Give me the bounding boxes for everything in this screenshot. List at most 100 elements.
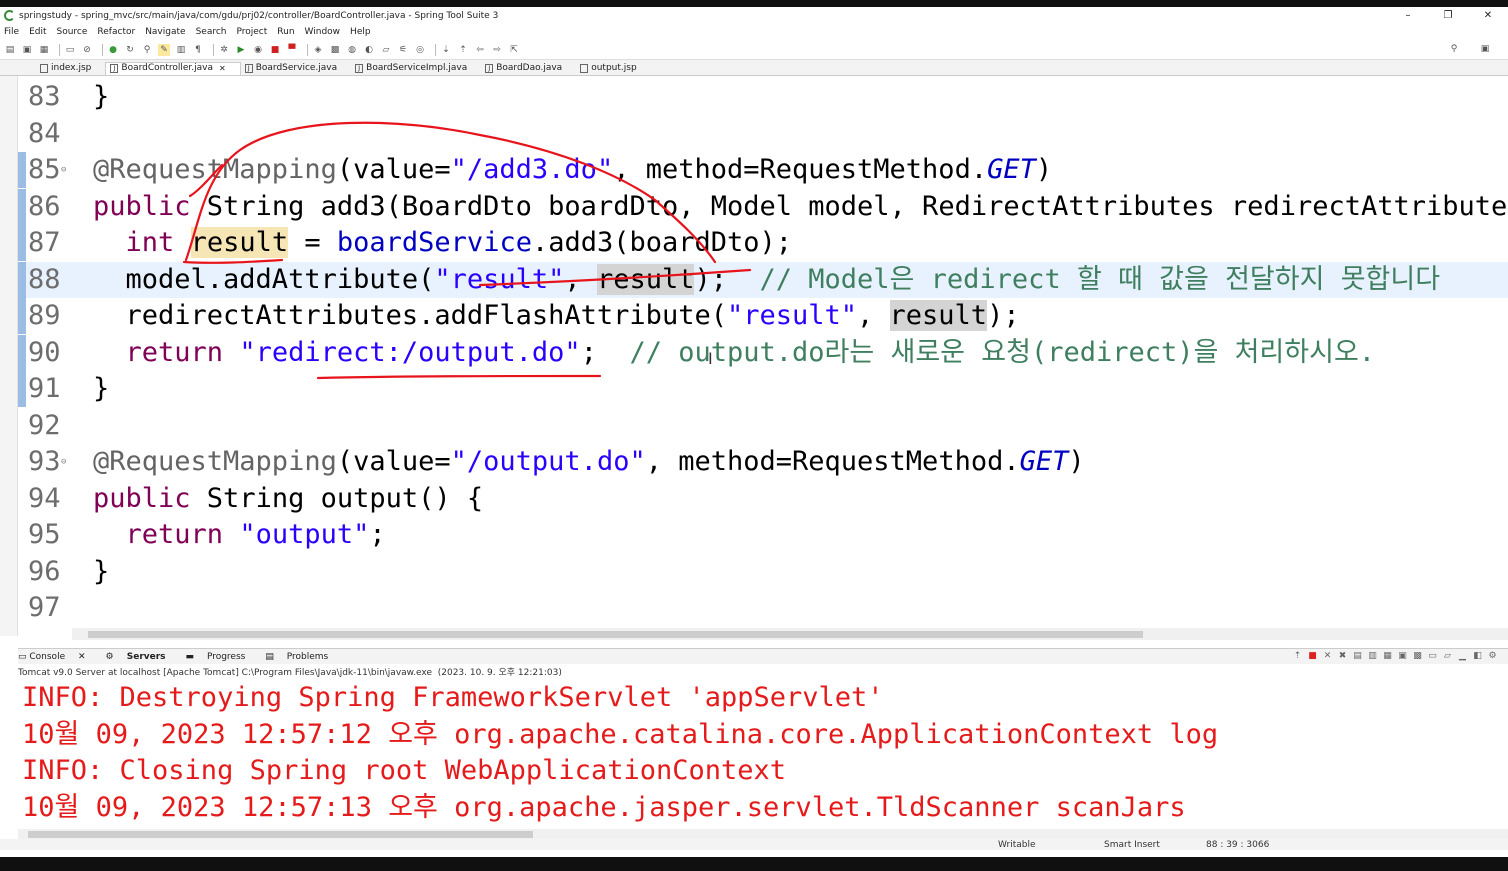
clear-console-icon[interactable]: ▤ [1352,651,1363,662]
search-tool-icon[interactable]: ⚟ [397,44,409,56]
code-line[interactable]: 92 [18,408,1508,444]
tab-board-controller[interactable]: J BoardController.java ✕ [105,62,241,75]
code-line[interactable]: 95 return "output"; [18,517,1508,553]
tab-board-service-impl[interactable]: J BoardServiceImpl.java [351,63,481,75]
menu-help[interactable]: Help [350,27,371,37]
code-line[interactable]: 83} [18,79,1508,115]
new-project-icon[interactable]: ◍ [346,44,358,56]
remove-icon[interactable]: ✕ [1322,651,1333,662]
code-line[interactable]: 91} [18,371,1508,407]
code-token: boardDto [548,190,679,222]
tab-board-service[interactable]: J BoardService.java [241,63,351,75]
show-whitespace-icon[interactable]: ¶ [192,44,204,56]
open-folder-icon[interactable]: ▱ [380,44,392,56]
close-icon[interactable]: ✕ [219,64,226,73]
perspective-icon[interactable]: ▣ [1479,43,1491,55]
close-icon[interactable]: ✕ [78,652,86,662]
scroll-lock-icon[interactable]: ▥ [1367,651,1378,662]
globe-icon[interactable]: ◎ [414,44,426,56]
code-line[interactable]: 93 ⊖ @RequestMapping(value="/output.do", m… [18,444,1508,480]
code-token: @RequestMapping [93,154,337,185]
code-line[interactable]: 96} [18,554,1508,590]
minimize-button[interactable]: – [1388,7,1428,24]
code-token: public [93,190,191,222]
display-console-icon[interactable]: ▭ [1427,651,1438,662]
stop-icon[interactable]: ■ [269,44,281,56]
remove-all-icon[interactable]: ✖ [1337,651,1348,662]
search-icon[interactable]: ⚲ [1448,43,1460,55]
mark-occurrences-icon[interactable]: ✎ [158,43,170,56]
coverage-icon[interactable]: ◉ [252,44,264,56]
menu-window[interactable]: Window [305,27,341,37]
gear-icon[interactable]: ⚙ [1487,651,1498,662]
code-line[interactable]: 94 public String output() { [18,481,1508,517]
menu-edit[interactable]: Edit [29,27,46,37]
external-icon[interactable]: ⇱ [508,44,520,56]
code-line[interactable]: 90 return "redirect:/output.do"; // outp… [18,334,1508,371]
menu-project[interactable]: Project [236,27,267,37]
tab-problems[interactable]: ▤ Problems [265,652,338,662]
code-line[interactable]: 85 ⊖ @RequestMapping(value="/add3.do", met… [18,152,1508,188]
refresh-icon[interactable]: ↻ [124,44,136,56]
code-token: // output.do라는 새로운 요청(redirect)을 처리하시오. [629,336,1376,368]
save-all-icon[interactable]: ▦ [38,44,50,56]
code-line[interactable]: 97 [18,590,1508,626]
code-text: } [93,554,109,590]
code-token: model [808,190,890,222]
menu-navigate[interactable]: Navigate [145,27,185,37]
code-line[interactable]: 88 model.addAttribute("result", result);… [18,261,1508,298]
terminal-icon[interactable]: ▭ [64,44,76,56]
tab-servers[interactable]: ⚙ Servers [106,652,176,662]
menu-refactor[interactable]: Refactor [97,27,135,37]
tab-progress[interactable]: ▬ Progress [186,652,256,662]
pin-console-icon[interactable]: ▩ [1412,651,1423,662]
spring-icon[interactable]: ● [107,44,119,56]
scrollbar-thumb[interactable] [28,831,533,838]
close-window-button[interactable]: ✕ [1468,7,1508,24]
skip-breakpoints-icon[interactable]: ⊘ [81,44,93,56]
menu-file[interactable]: File [4,27,19,37]
block-selection-icon[interactable]: ▥ [175,44,187,56]
code-line[interactable]: 89 redirectAttributes.addFlashAttribute(… [18,298,1508,334]
tab-board-dao[interactable]: J BoardDao.java [481,63,576,75]
code-token: .add3(boardDto); [531,227,793,258]
console-horizontal-scrollbar[interactable] [18,829,1508,839]
code-editor[interactable]: 83} 84 85 ⊖ @RequestMapping(value="/add3.do"… [18,76,1508,628]
save-icon[interactable]: ▣ [21,44,33,56]
code-line[interactable]: 84 [18,116,1508,152]
open-console-icon[interactable]: ▱ [1442,651,1453,662]
prev-annotation-icon[interactable]: ⇡ [457,44,469,56]
menu-run[interactable]: Run [277,27,294,37]
server-icon[interactable]: ▀ [286,44,298,56]
tab-output-jsp[interactable]: output.jsp [576,63,650,75]
tab-index-jsp[interactable]: index.jsp [36,63,105,75]
tab-console[interactable]: ▭ Console ✕ [18,652,96,662]
new-icon[interactable]: ▤ [4,44,16,56]
code-line[interactable]: 86 public String add3(BoardDto boardDto, … [18,188,1508,225]
show-on-output-icon[interactable]: ▣ [1397,651,1408,662]
maximize-button[interactable]: ❐ [1428,7,1468,24]
next-annotation-icon[interactable]: ⇣ [440,44,452,56]
remove-launch-icon[interactable]: ⇡ [1292,651,1303,662]
minimize-panel-icon[interactable]: ▁ [1457,651,1468,662]
pin-icon[interactable]: ⚲ [141,44,153,56]
run-icon[interactable]: ▶ [235,44,247,56]
editor-horizontal-scrollbar[interactable] [72,628,1508,640]
scrollbar-thumb[interactable] [88,631,1143,638]
debug-icon[interactable]: ✲ [218,44,230,56]
menu-source[interactable]: Source [57,27,88,37]
menu-search[interactable]: Search [196,27,227,37]
fold-toggle-icon[interactable]: ⊖ [61,444,66,480]
console-output[interactable]: INFO: Destroying Spring FrameworkServlet… [18,677,1508,827]
forward-icon[interactable]: ⇨ [491,44,503,56]
new-package-icon[interactable]: ▩ [329,44,341,56]
maximize-panel-icon[interactable]: ◧ [1472,651,1483,662]
code-line[interactable]: 87 int result = boardService.add3(boardD… [18,225,1508,261]
back-icon[interactable]: ⇦ [474,44,486,56]
new-java-class-icon[interactable]: ◈ [312,44,324,56]
word-wrap-icon[interactable]: ▦ [1382,651,1393,662]
fold-toggle-icon[interactable]: ⊖ [61,152,66,188]
open-type-icon[interactable]: ◐ [363,44,375,56]
stop-icon[interactable]: ■ [1307,651,1318,662]
